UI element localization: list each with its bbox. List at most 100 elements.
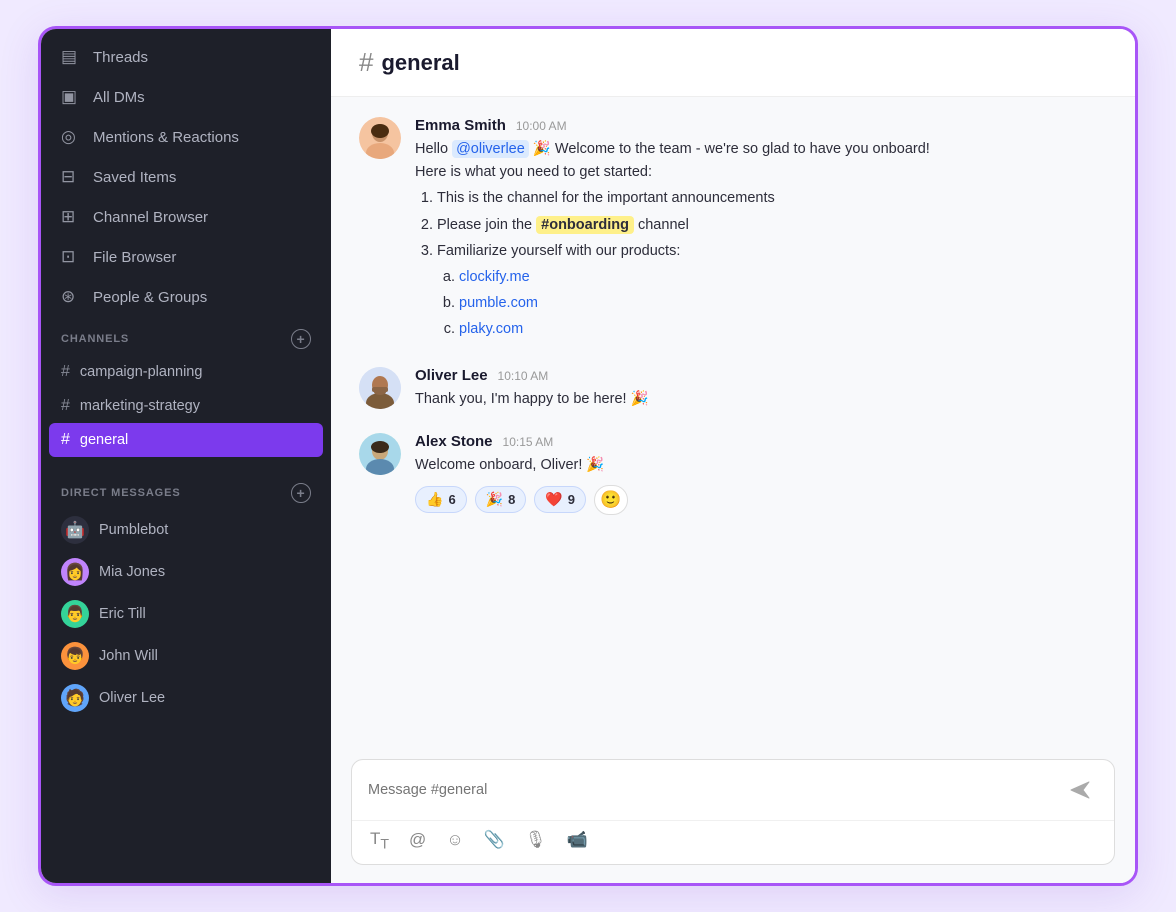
emma-avatar	[359, 117, 401, 159]
hash-icon: #	[61, 363, 70, 381]
alex-time: 10:15 AM	[503, 435, 554, 449]
emma-message-text: Hello @oliverlee 🎉 Welcome to the team -…	[415, 138, 1107, 342]
emma-message-content: Emma Smith 10:00 AM Hello @oliverlee 🎉 W…	[415, 117, 1107, 345]
alex-name: Alex Stone	[415, 433, 493, 450]
alex-message-header: Alex Stone 10:15 AM	[415, 433, 1107, 450]
dm-oliver-lee[interactable]: 🧑 Oliver Lee	[41, 677, 331, 719]
add-reaction-icon: 🙂	[600, 490, 621, 510]
add-channel-button[interactable]: +	[291, 329, 311, 349]
chat-input-box: TT @ ☺ 📎 🎙 📹	[351, 759, 1115, 865]
sidebar-channel-campaign-planning[interactable]: # campaign-planning	[41, 355, 331, 389]
onboarding-tag: #onboarding	[536, 216, 634, 234]
oliver-dm-avatar: 🧑	[61, 684, 89, 712]
emma-name: Emma Smith	[415, 117, 506, 134]
reaction-thumbsup[interactable]: 👍 6	[415, 486, 467, 513]
list-item: Familiarize yourself with our products: …	[437, 240, 1107, 342]
emoji-button[interactable]: ☺	[444, 828, 465, 852]
thumbsup-emoji: 👍	[426, 491, 443, 508]
send-button[interactable]	[1062, 772, 1098, 808]
alex-message-text: Welcome onboard, Oliver! 🎉	[415, 454, 1107, 477]
heart-emoji: ❤️	[545, 491, 562, 508]
sidebar: ▤ Threads ▣ All DMs ◎ Mentions & Reactio…	[41, 29, 331, 883]
pumblebot-avatar: 🤖	[61, 516, 89, 544]
main-chat: # general Emma Smith 10:00 A	[331, 29, 1135, 883]
reaction-party[interactable]: 🎉 8	[475, 486, 527, 513]
emma-message-header: Emma Smith 10:00 AM	[415, 117, 1107, 134]
chat-input-area: TT @ ☺ 📎 🎙 📹	[331, 749, 1135, 883]
hash-icon: #	[61, 397, 70, 415]
party-emoji: 🎉	[486, 491, 503, 508]
clockify-link[interactable]: clockify.me	[459, 269, 530, 285]
dm-john-will[interactable]: 👦 John Will	[41, 635, 331, 677]
list-item: This is the channel for the important an…	[437, 187, 1107, 210]
list-item: Please join the #onboarding channel	[437, 214, 1107, 237]
video-icon: 📹	[566, 830, 587, 849]
saved-icon: ⊟	[61, 167, 81, 187]
send-icon	[1069, 779, 1091, 801]
add-dm-button[interactable]: +	[291, 483, 311, 503]
sidebar-item-all-dms[interactable]: ▣ All DMs	[41, 77, 331, 117]
message-input[interactable]	[368, 782, 1062, 798]
chat-header: # general	[331, 29, 1135, 97]
dms-icon: ▣	[61, 87, 81, 107]
chat-messages: Emma Smith 10:00 AM Hello @oliverlee 🎉 W…	[331, 97, 1135, 749]
mention-oliverlee: @oliverlee	[452, 140, 529, 158]
thumbsup-count: 6	[448, 492, 455, 507]
video-button[interactable]: 📹	[564, 828, 589, 852]
hash-icon: #	[61, 431, 70, 449]
mentions-icon: ◎	[61, 127, 81, 147]
people-icon: ⊛	[61, 287, 81, 307]
mia-avatar: 👩	[61, 558, 89, 586]
chat-input-text-row	[352, 760, 1114, 820]
app-wrapper: ▤ Threads ▣ All DMs ◎ Mentions & Reactio…	[38, 26, 1138, 886]
channel-title: general	[381, 50, 459, 76]
dm-section-header: DIRECT MESSAGES +	[41, 471, 331, 509]
channel-hash-icon: #	[359, 47, 373, 78]
channels-section-header: CHANNELS +	[41, 317, 331, 355]
attach-button[interactable]: 📎	[482, 828, 507, 852]
channel-browser-icon: ⊞	[61, 207, 81, 227]
sidebar-item-channel-browser[interactable]: ⊞ Channel Browser	[41, 197, 331, 237]
reactions-row: 👍 6 🎉 8 ❤️ 9 🙂	[415, 485, 1107, 515]
voice-button[interactable]: 🎙	[523, 828, 549, 852]
oliver-avatar	[359, 367, 401, 409]
oliver-time: 10:10 AM	[498, 369, 549, 383]
format-icon: TT	[370, 829, 389, 848]
dm-pumblebot[interactable]: 🤖 Pumblebot	[41, 509, 331, 551]
list-item: pumble.com	[459, 292, 1107, 315]
eric-avatar: 👨	[61, 600, 89, 628]
john-avatar: 👦	[61, 642, 89, 670]
sidebar-channel-general[interactable]: # general	[49, 423, 323, 457]
sidebar-channel-marketing-strategy[interactable]: # marketing-strategy	[41, 389, 331, 423]
sidebar-item-file-browser[interactable]: ⊡ File Browser	[41, 237, 331, 277]
mention-icon: @	[409, 830, 426, 849]
list-item: clockify.me	[459, 266, 1107, 289]
format-text-button[interactable]: TT	[368, 827, 391, 854]
oliver-message-text: Thank you, I'm happy to be here! 🎉	[415, 388, 1107, 411]
dm-eric-till[interactable]: 👨 Eric Till	[41, 593, 331, 635]
reaction-heart[interactable]: ❤️ 9	[534, 486, 586, 513]
message-row: Alex Stone 10:15 AM Welcome onboard, Oli…	[359, 433, 1107, 515]
alex-avatar	[359, 433, 401, 475]
file-browser-icon: ⊡	[61, 247, 81, 267]
heart-count: 9	[568, 492, 575, 507]
attach-icon: 📎	[484, 830, 505, 849]
mention-button[interactable]: @	[407, 828, 428, 852]
emoji-icon: ☺	[446, 830, 463, 849]
party-count: 8	[508, 492, 515, 507]
sidebar-item-people-groups[interactable]: ⊛ People & Groups	[41, 277, 331, 317]
oliver-name: Oliver Lee	[415, 367, 488, 384]
oliver-message-content: Oliver Lee 10:10 AM Thank you, I'm happy…	[415, 367, 1107, 411]
dm-mia-jones[interactable]: 👩 Mia Jones	[41, 551, 331, 593]
sidebar-item-saved[interactable]: ⊟ Saved Items	[41, 157, 331, 197]
message-row: Emma Smith 10:00 AM Hello @oliverlee 🎉 W…	[359, 117, 1107, 345]
threads-icon: ▤	[61, 47, 81, 67]
alex-message-content: Alex Stone 10:15 AM Welcome onboard, Oli…	[415, 433, 1107, 515]
plaky-link[interactable]: plaky.com	[459, 321, 523, 337]
sidebar-item-threads[interactable]: ▤ Threads	[41, 37, 331, 77]
sidebar-item-mentions[interactable]: ◎ Mentions & Reactions	[41, 117, 331, 157]
oliver-message-header: Oliver Lee 10:10 AM	[415, 367, 1107, 384]
pumble-link[interactable]: pumble.com	[459, 295, 538, 311]
list-item: plaky.com	[459, 318, 1107, 341]
add-reaction-button[interactable]: 🙂	[594, 485, 628, 515]
